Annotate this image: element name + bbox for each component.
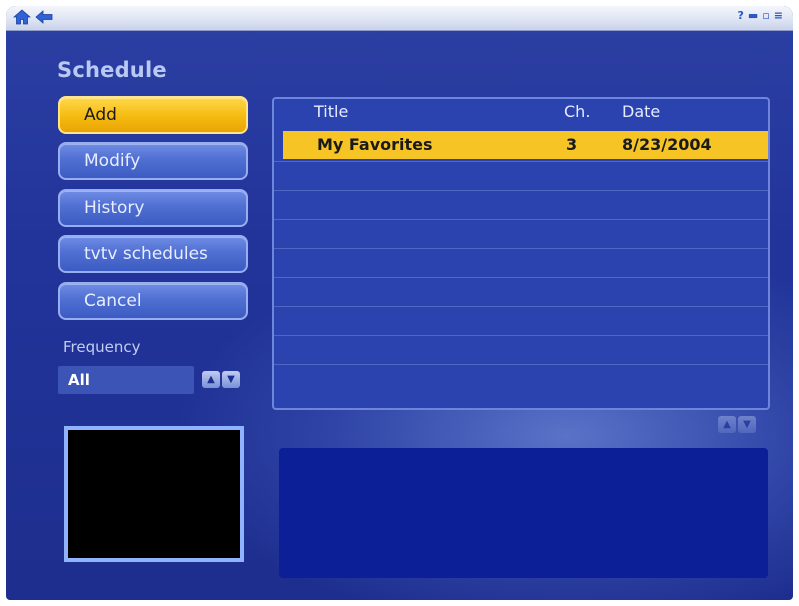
- frequency-down-icon[interactable]: ▼: [222, 371, 240, 388]
- frequency-label: Frequency: [63, 338, 141, 356]
- row-title: My Favorites: [317, 135, 433, 154]
- minimize-icon[interactable]: ▬: [748, 9, 758, 22]
- home-icon[interactable]: [12, 8, 32, 26]
- list-row-divider: [274, 364, 768, 393]
- page-title: Schedule: [57, 58, 167, 82]
- list-row-divider: [274, 161, 768, 190]
- list-row-divider: [274, 219, 768, 248]
- column-channel[interactable]: Ch.: [564, 102, 590, 121]
- list-row-selected[interactable]: My Favorites 3 8/23/2004: [283, 131, 768, 159]
- scroll-up-icon[interactable]: ▲: [718, 416, 736, 433]
- list-scroll-stepper: ▲ ▼: [718, 416, 756, 433]
- scroll-down-icon[interactable]: ▼: [738, 416, 756, 433]
- back-arrow-icon[interactable]: [34, 8, 54, 26]
- modify-button-label: Modify: [84, 151, 141, 171]
- modify-button[interactable]: Modify: [58, 142, 248, 180]
- tvtv-schedules-button-label: tvtv schedules: [84, 244, 208, 264]
- frequency-value: All: [68, 371, 90, 389]
- window-controls: ? ▬ ▫ ≡: [738, 9, 783, 22]
- main-window: ? ▬ ▫ ≡ Schedule Add Modify History tvtv…: [6, 6, 793, 600]
- schedule-list[interactable]: Title Ch. Date My Favorites 3 8/23/2004: [272, 97, 770, 410]
- list-row-divider: [274, 335, 768, 364]
- add-button-label: Add: [84, 105, 117, 125]
- add-button[interactable]: Add: [58, 96, 248, 134]
- frequency-stepper: ▲ ▼: [202, 371, 240, 388]
- tvtv-schedules-button[interactable]: tvtv schedules: [58, 235, 248, 273]
- column-title[interactable]: Title: [314, 102, 348, 121]
- close-icon[interactable]: ≡: [774, 9, 783, 22]
- history-button[interactable]: History: [58, 189, 248, 227]
- video-preview: [64, 426, 244, 562]
- cancel-button[interactable]: Cancel: [58, 282, 248, 320]
- frequency-up-icon[interactable]: ▲: [202, 371, 220, 388]
- list-row-divider: [274, 190, 768, 219]
- description-panel: [279, 448, 768, 578]
- column-date[interactable]: Date: [622, 102, 660, 121]
- cancel-button-label: Cancel: [84, 291, 142, 311]
- row-channel: 3: [566, 135, 578, 154]
- row-date: 8/23/2004: [622, 135, 712, 154]
- help-icon[interactable]: ?: [738, 9, 744, 22]
- list-row-divider: [274, 248, 768, 277]
- history-button-label: History: [84, 198, 145, 218]
- list-row-divider: [274, 306, 768, 335]
- title-bar: ? ▬ ▫ ≡: [6, 6, 793, 31]
- restore-icon[interactable]: ▫: [762, 9, 769, 22]
- frequency-select[interactable]: All: [58, 366, 194, 394]
- list-header: Title Ch. Date: [274, 99, 768, 125]
- list-row-divider: [274, 277, 768, 306]
